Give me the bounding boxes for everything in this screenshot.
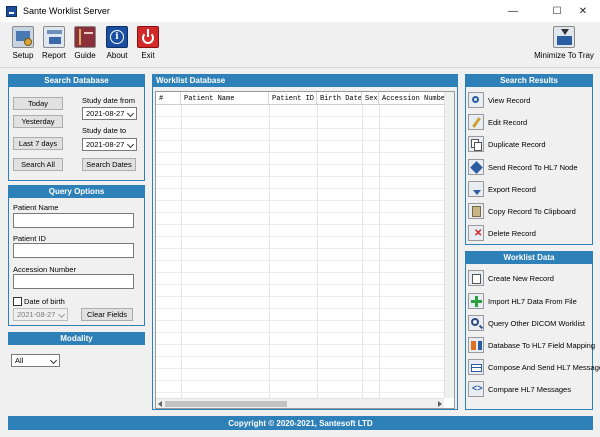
book-icon <box>74 26 96 48</box>
power-icon <box>137 26 159 48</box>
modality-header: Modality <box>8 332 145 345</box>
study-date-to-picker[interactable]: 2021-08-27 <box>82 138 137 151</box>
send-record-icon <box>468 159 484 175</box>
date-of-birth-picker[interactable]: 2021-08-27 <box>13 308 68 321</box>
view-record-button[interactable]: View Record <box>468 91 594 109</box>
last-7-days-button[interactable]: Last 7 days <box>13 137 63 150</box>
clear-fields-button[interactable]: Clear Fields <box>81 308 133 321</box>
compose-and-send-hl7-message-button[interactable]: Compose And Send HL7 Message <box>468 358 600 376</box>
chevron-down-icon <box>49 356 58 365</box>
compare-icon: <> <box>468 381 484 397</box>
column-header-accession-number[interactable]: Accession Number <box>379 92 447 105</box>
yesterday-button[interactable]: Yesterday <box>13 115 63 128</box>
patient-id-label: Patient ID <box>13 234 46 243</box>
worklist-data-header: Worklist Data <box>465 251 593 264</box>
search-all-button[interactable]: Search All <box>13 158 63 171</box>
worklist-grid-rows <box>156 105 445 398</box>
worklist-grid[interactable]: # Patient Name Patient ID Birth Date Sex… <box>155 91 455 409</box>
app-icon <box>6 5 17 17</box>
minimize-to-tray-button[interactable]: Minimize To Tray <box>534 26 594 60</box>
patient-name-label: Patient Name <box>13 203 59 212</box>
chevron-down-icon <box>126 140 135 149</box>
search-results-header: Search Results <box>465 74 593 87</box>
study-date-from-label: Study date from <box>82 96 135 105</box>
mapping-icon <box>468 337 484 353</box>
close-window-button[interactable]: ✕ <box>566 0 600 22</box>
report-button[interactable]: Report <box>37 26 71 60</box>
worklist-horizontal-scrollbar[interactable] <box>156 398 444 408</box>
patient-name-input[interactable] <box>13 213 134 228</box>
modality-select[interactable]: All <box>11 354 60 367</box>
search-database-header: Search Database <box>8 74 145 87</box>
worklist-grid-header: # Patient Name Patient ID Birth Date Sex… <box>156 92 454 105</box>
search-dates-button[interactable]: Search Dates <box>82 158 136 171</box>
search-icon <box>468 315 484 331</box>
clipboard-icon <box>468 203 484 219</box>
column-header-index[interactable]: # <box>156 92 181 105</box>
minimize-window-button[interactable]: — <box>496 0 530 22</box>
create-new-record-button[interactable]: Create New Record <box>468 269 594 287</box>
worklist-vertical-scrollbar[interactable] <box>444 92 454 398</box>
new-record-icon <box>468 270 484 286</box>
compose-message-icon <box>468 359 484 375</box>
column-header-sex[interactable]: Sex <box>362 92 379 105</box>
toolbar: Setup Report Guide i About Exit Minimize… <box>0 22 600 68</box>
duplicate-record-button[interactable]: Duplicate Record <box>468 135 594 153</box>
window-title: Sante Worklist Server <box>23 6 110 16</box>
database-to-hl7-field-mapping-button[interactable]: Database To HL7 Field Mapping <box>468 336 595 354</box>
about-button[interactable]: i About <box>100 26 134 60</box>
date-of-birth-checkbox[interactable] <box>13 297 22 306</box>
export-record-icon <box>468 181 484 197</box>
query-other-dicom-worklist-button[interactable]: Query Other DICOM Worklist <box>468 314 594 332</box>
column-header-birth-date[interactable]: Birth Date <box>317 92 362 105</box>
accession-number-label: Accession Number <box>13 265 76 274</box>
horizontal-scroll-thumb[interactable] <box>165 401 287 407</box>
column-header-patient-name[interactable]: Patient Name <box>181 92 269 105</box>
compare-hl7-messages-button[interactable]: <> Compare HL7 Messages <box>468 380 594 398</box>
setup-icon <box>12 26 34 48</box>
info-icon: i <box>106 26 128 48</box>
patient-id-input[interactable] <box>13 243 134 258</box>
today-button[interactable]: Today <box>13 97 63 110</box>
edit-record-button[interactable]: Edit Record <box>468 113 594 131</box>
import-hl7-data-button[interactable]: Import HL7 Data From File <box>468 292 594 310</box>
title-bar: Sante Worklist Server — ☐ ✕ <box>0 0 600 22</box>
export-record-button[interactable]: Export Record <box>468 180 594 198</box>
edit-record-icon <box>468 114 484 130</box>
setup-button[interactable]: Setup <box>6 26 40 60</box>
import-icon <box>468 293 484 309</box>
send-record-to-hl7-node-button[interactable]: Send Record To HL7 Node <box>468 158 594 176</box>
query-options-header: Query Options <box>8 185 145 198</box>
worklist-database-header: Worklist Database <box>152 74 458 87</box>
chevron-down-icon <box>126 109 135 118</box>
exit-button[interactable]: Exit <box>131 26 165 60</box>
delete-record-button[interactable]: ✕ Delete Record <box>468 224 594 242</box>
delete-record-icon: ✕ <box>468 225 484 241</box>
duplicate-record-icon <box>468 136 484 152</box>
view-record-icon <box>468 92 484 108</box>
copyright-footer: Copyright © 2020-2021, Santesoft LTD <box>8 416 593 430</box>
scroll-left-icon[interactable] <box>158 401 162 407</box>
column-header-patient-id[interactable]: Patient ID <box>269 92 317 105</box>
study-date-to-label: Study date to <box>82 126 127 135</box>
chevron-down-icon <box>57 310 66 319</box>
study-date-from-picker[interactable]: 2021-08-27 <box>82 107 137 120</box>
scroll-right-icon[interactable] <box>438 401 442 407</box>
accession-number-input[interactable] <box>13 274 134 289</box>
guide-button[interactable]: Guide <box>68 26 102 60</box>
date-of-birth-label: Date of birth <box>24 297 65 306</box>
copy-record-to-clipboard-button[interactable]: Copy Record To Clipboard <box>468 202 594 220</box>
report-icon <box>43 26 65 48</box>
tray-icon <box>553 26 575 48</box>
